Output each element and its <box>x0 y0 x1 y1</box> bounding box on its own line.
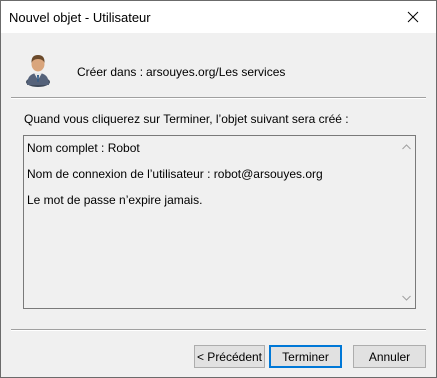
footer-separator <box>11 329 426 331</box>
summary-textbox[interactable]: Nom complet : Robot Nom de connexion de … <box>23 135 416 309</box>
cancel-button[interactable]: Annuler <box>353 345 426 368</box>
scroll-up-button[interactable] <box>402 142 411 151</box>
vertical-scrollbar[interactable] <box>398 136 415 308</box>
create-in-label: Créer dans : <box>77 65 144 79</box>
user-icon <box>26 55 50 87</box>
scroll-down-button[interactable] <box>402 293 411 302</box>
chevron-up-icon <box>402 143 411 149</box>
create-in-path: arsouyes.org/Les services <box>146 65 286 79</box>
previous-button[interactable]: < Précédent <box>194 345 265 368</box>
summary-line-logon-name: Nom de connexion de l’utilisateur : robo… <box>27 167 323 181</box>
chevron-down-icon <box>402 295 411 301</box>
close-button[interactable] <box>390 1 436 33</box>
dialog-header: Créer dans : arsouyes.org/Les services <box>1 33 436 97</box>
finish-button[interactable]: Terminer <box>269 345 342 368</box>
header-separator <box>11 97 426 99</box>
dialog-window: Nouvel objet - Utilisateur Créer dans : … <box>0 0 437 378</box>
summary-line-full-name: Nom complet : Robot <box>27 141 140 155</box>
title-bar: Nouvel objet - Utilisateur <box>1 1 436 33</box>
window-title: Nouvel objet - Utilisateur <box>9 10 151 25</box>
intro-text: Quand vous cliquerez sur Terminer, l’obj… <box>24 112 349 126</box>
close-icon <box>407 11 419 23</box>
summary-line-password: Le mot de passe n’expire jamais. <box>27 193 203 207</box>
